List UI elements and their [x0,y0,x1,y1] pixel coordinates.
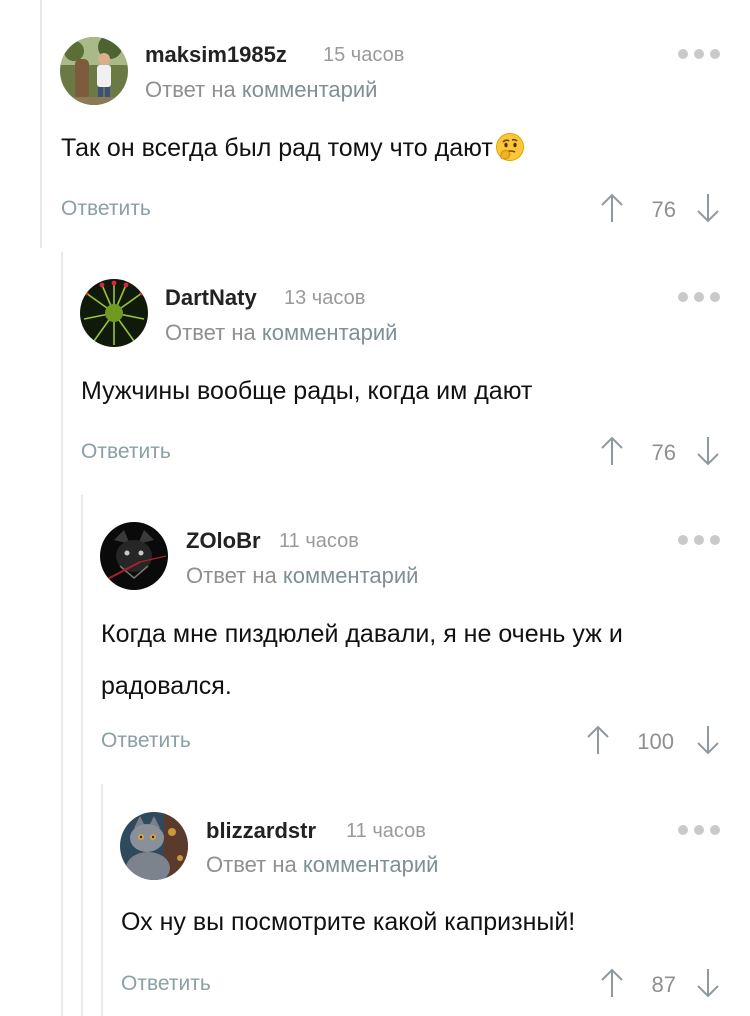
dot-icon [694,825,704,835]
vote-down-icon[interactable] [695,967,721,999]
reply-to-prefix: Ответ на [206,852,297,877]
comment-text: Ох ну вы посмотрите какой капризный! [121,908,576,936]
more-options-button[interactable] [676,823,720,837]
comment-blizzardstr: blizzardstr 11 часов Ответ на комментари… [0,0,750,1016]
dot-icon [678,825,688,835]
vote-score: 87 [651,972,676,997]
reply-to: Ответ на комментарий [206,852,438,878]
avatar[interactable] [120,812,188,880]
vote-up-icon[interactable] [599,967,625,999]
username[interactable]: blizzardstr [206,818,316,844]
reply-to-link[interactable]: комментарий [303,852,439,877]
reply-button[interactable]: Ответить [121,972,211,996]
comment-time: 11 часов [346,820,426,842]
dot-icon [710,825,720,835]
